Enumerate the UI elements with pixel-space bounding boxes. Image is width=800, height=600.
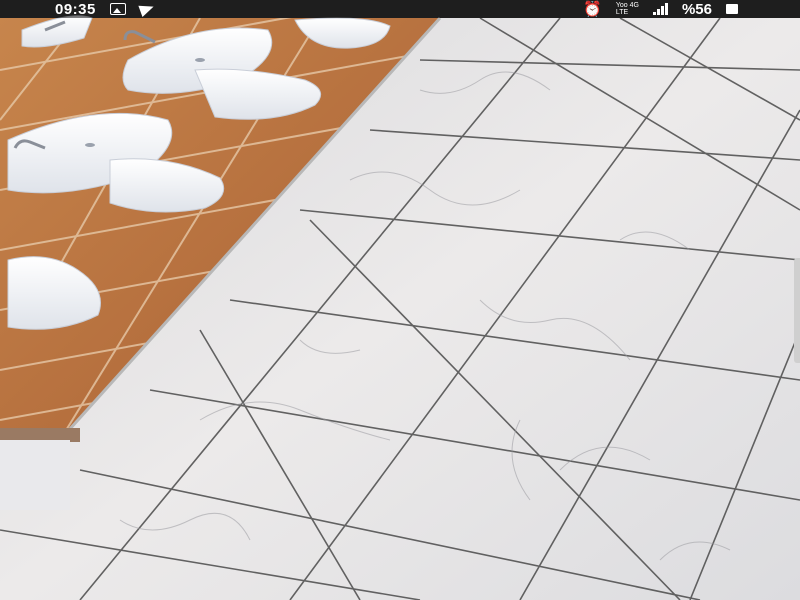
send-icon (138, 0, 156, 18)
signal-icon (652, 3, 668, 15)
edge-handle[interactable] (794, 258, 800, 363)
network-label: Yoo 4G LTE (616, 2, 639, 16)
wall-baseboard (0, 428, 80, 442)
network-bottom: LTE (615, 9, 629, 16)
status-time: 09:35 (55, 0, 96, 18)
bathroom-floor-photo (0, 15, 800, 600)
status-bar: 09:35 ⏰ Yoo 4G LTE %56 (0, 0, 800, 18)
battery-level: %56 (681, 0, 712, 18)
image-icon (109, 3, 126, 15)
battery-icon (726, 4, 738, 14)
alarm-icon: ⏰ (583, 1, 602, 18)
network-top: Yoo 4G (615, 2, 639, 9)
